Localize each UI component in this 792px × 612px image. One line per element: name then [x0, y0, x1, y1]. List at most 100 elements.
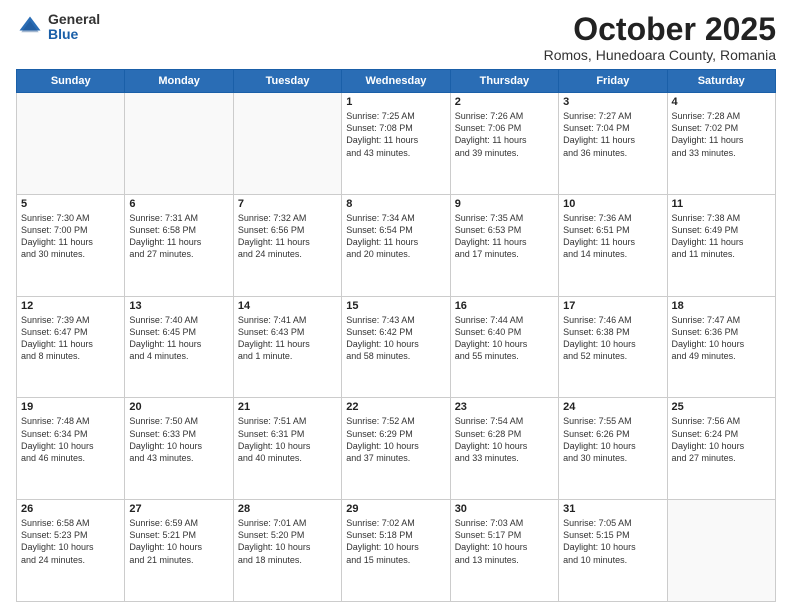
calendar-cell: 23 Sunrise: 7:54 AM Sunset: 6:28 PM Dayli… — [450, 398, 558, 500]
day-number: 20 — [129, 401, 228, 413]
day-info: Sunrise: 7:35 AM Sunset: 6:53 PM Dayligh… — [455, 212, 554, 261]
day-number: 19 — [21, 401, 120, 413]
week-row-0: 1Sunrise: 7:25 AM Sunset: 7:08 PM Daylig… — [17, 93, 776, 195]
day-info: Sunrise: 7:40 AM Sunset: 6:45 PM Dayligh… — [129, 314, 228, 363]
day-info: Sunrise: 7:03 AM Sunset: 5:17 PM Dayligh… — [455, 517, 554, 566]
day-info: Sunrise: 7:05 AM Sunset: 5:15 PM Dayligh… — [563, 517, 662, 566]
calendar-cell: 16 Sunrise: 7:44 AM Sunset: 6:40 PM Dayli… — [450, 296, 558, 398]
day-number: 14 — [238, 300, 337, 312]
calendar-cell: 7 Sunrise: 7:32 AM Sunset: 6:56 PM Daylig… — [233, 194, 341, 296]
day-info: Sunrise: 7:39 AM Sunset: 6:47 PM Dayligh… — [21, 314, 120, 363]
calendar-cell: 24 Sunrise: 7:55 AM Sunset: 6:26 PM Dayli… — [559, 398, 667, 500]
day-number: 23 — [455, 401, 554, 413]
day-number: 4 — [672, 96, 771, 108]
logo-blue-text: Blue — [48, 27, 100, 42]
day-number: 18 — [672, 300, 771, 312]
day-info: Sunrise: 7:44 AM Sunset: 6:40 PM Dayligh… — [455, 314, 554, 363]
day-number: 8 — [346, 198, 445, 210]
calendar-cell — [667, 500, 775, 602]
week-row-2: 12Sunrise: 7:39 AM Sunset: 6:47 PM Dayli… — [17, 296, 776, 398]
calendar-title: October 2025 — [544, 12, 776, 47]
day-info: Sunrise: 7:41 AM Sunset: 6:43 PM Dayligh… — [238, 314, 337, 363]
day-number: 30 — [455, 503, 554, 515]
calendar-cell: 13 Sunrise: 7:40 AM Sunset: 6:45 PM Dayli… — [125, 296, 233, 398]
day-header-tuesday: Tuesday — [233, 70, 341, 93]
week-row-4: 26Sunrise: 6:58 AM Sunset: 5:23 PM Dayli… — [17, 500, 776, 602]
day-number: 16 — [455, 300, 554, 312]
day-number: 10 — [563, 198, 662, 210]
day-info: Sunrise: 7:51 AM Sunset: 6:31 PM Dayligh… — [238, 415, 337, 464]
title-area: October 2025 Romos, Hunedoara County, Ro… — [544, 12, 776, 63]
day-info: Sunrise: 7:56 AM Sunset: 6:24 PM Dayligh… — [672, 415, 771, 464]
calendar-cell: 31 Sunrise: 7:05 AM Sunset: 5:15 PM Dayli… — [559, 500, 667, 602]
calendar-cell: 9Sunrise: 7:35 AM Sunset: 6:53 PM Daylig… — [450, 194, 558, 296]
day-info: Sunrise: 7:31 AM Sunset: 6:58 PM Dayligh… — [129, 212, 228, 261]
week-row-1: 5 Sunrise: 7:30 AM Sunset: 7:00 PM Daylig… — [17, 194, 776, 296]
day-info: Sunrise: 7:52 AM Sunset: 6:29 PM Dayligh… — [346, 415, 445, 464]
calendar-cell: 18Sunrise: 7:47 AM Sunset: 6:36 PM Dayli… — [667, 296, 775, 398]
calendar-cell: 19 Sunrise: 7:48 AM Sunset: 6:34 PM Dayli… — [17, 398, 125, 500]
calendar-cell: 20 Sunrise: 7:50 AM Sunset: 6:33 PM Dayli… — [125, 398, 233, 500]
calendar-cell: 21 Sunrise: 7:51 AM Sunset: 6:31 PM Dayli… — [233, 398, 341, 500]
day-info: Sunrise: 7:55 AM Sunset: 6:26 PM Dayligh… — [563, 415, 662, 464]
day-number: 21 — [238, 401, 337, 413]
day-header-wednesday: Wednesday — [342, 70, 450, 93]
day-header-sunday: Sunday — [17, 70, 125, 93]
calendar-cell: 12Sunrise: 7:39 AM Sunset: 6:47 PM Dayli… — [17, 296, 125, 398]
day-number: 13 — [129, 300, 228, 312]
day-info: Sunrise: 7:28 AM Sunset: 7:02 PM Dayligh… — [672, 110, 771, 159]
calendar-cell — [17, 93, 125, 195]
day-header-saturday: Saturday — [667, 70, 775, 93]
calendar-cell: 17 Sunrise: 7:46 AM Sunset: 6:38 PM Dayli… — [559, 296, 667, 398]
day-info: Sunrise: 7:46 AM Sunset: 6:38 PM Dayligh… — [563, 314, 662, 363]
logo-icon — [16, 13, 44, 41]
calendar-cell: 6Sunrise: 7:31 AM Sunset: 6:58 PM Daylig… — [125, 194, 233, 296]
day-info: Sunrise: 7:48 AM Sunset: 6:34 PM Dayligh… — [21, 415, 120, 464]
day-info: Sunrise: 7:27 AM Sunset: 7:04 PM Dayligh… — [563, 110, 662, 159]
calendar-cell — [125, 93, 233, 195]
day-info: Sunrise: 6:58 AM Sunset: 5:23 PM Dayligh… — [21, 517, 120, 566]
day-info: Sunrise: 7:25 AM Sunset: 7:08 PM Dayligh… — [346, 110, 445, 159]
day-info: Sunrise: 7:50 AM Sunset: 6:33 PM Dayligh… — [129, 415, 228, 464]
day-number: 31 — [563, 503, 662, 515]
calendar-cell: 26Sunrise: 6:58 AM Sunset: 5:23 PM Dayli… — [17, 500, 125, 602]
day-info: Sunrise: 6:59 AM Sunset: 5:21 PM Dayligh… — [129, 517, 228, 566]
calendar-cell: 8 Sunrise: 7:34 AM Sunset: 6:54 PM Daylig… — [342, 194, 450, 296]
calendar-cell: 25 Sunrise: 7:56 AM Sunset: 6:24 PM Dayli… — [667, 398, 775, 500]
day-number: 15 — [346, 300, 445, 312]
logo-text: General Blue — [48, 12, 100, 43]
day-header-monday: Monday — [125, 70, 233, 93]
day-number: 7 — [238, 198, 337, 210]
day-number: 2 — [455, 96, 554, 108]
day-info: Sunrise: 7:36 AM Sunset: 6:51 PM Dayligh… — [563, 212, 662, 261]
top-header: General Blue October 2025 Romos, Hunedoa… — [16, 12, 776, 63]
day-header-thursday: Thursday — [450, 70, 558, 93]
calendar-cell: 3 Sunrise: 7:27 AM Sunset: 7:04 PM Daylig… — [559, 93, 667, 195]
logo-area: General Blue — [16, 12, 100, 43]
day-info: Sunrise: 7:38 AM Sunset: 6:49 PM Dayligh… — [672, 212, 771, 261]
day-info: Sunrise: 7:54 AM Sunset: 6:28 PM Dayligh… — [455, 415, 554, 464]
day-number: 25 — [672, 401, 771, 413]
day-number: 3 — [563, 96, 662, 108]
day-header-friday: Friday — [559, 70, 667, 93]
calendar-cell: 30 Sunrise: 7:03 AM Sunset: 5:17 PM Dayli… — [450, 500, 558, 602]
day-number: 29 — [346, 503, 445, 515]
calendar-cell: 22 Sunrise: 7:52 AM Sunset: 6:29 PM Dayli… — [342, 398, 450, 500]
day-info: Sunrise: 7:26 AM Sunset: 7:06 PM Dayligh… — [455, 110, 554, 159]
day-number: 24 — [563, 401, 662, 413]
calendar-cell — [233, 93, 341, 195]
day-number: 28 — [238, 503, 337, 515]
day-info: Sunrise: 7:32 AM Sunset: 6:56 PM Dayligh… — [238, 212, 337, 261]
calendar-cell: 14 Sunrise: 7:41 AM Sunset: 6:43 PM Dayli… — [233, 296, 341, 398]
day-info: Sunrise: 7:43 AM Sunset: 6:42 PM Dayligh… — [346, 314, 445, 363]
day-info: Sunrise: 7:30 AM Sunset: 7:00 PM Dayligh… — [21, 212, 120, 261]
calendar-subtitle: Romos, Hunedoara County, Romania — [544, 47, 776, 63]
day-number: 22 — [346, 401, 445, 413]
day-info: Sunrise: 7:01 AM Sunset: 5:20 PM Dayligh… — [238, 517, 337, 566]
day-info: Sunrise: 7:34 AM Sunset: 6:54 PM Dayligh… — [346, 212, 445, 261]
calendar-cell: 11Sunrise: 7:38 AM Sunset: 6:49 PM Dayli… — [667, 194, 775, 296]
week-row-3: 19 Sunrise: 7:48 AM Sunset: 6:34 PM Dayli… — [17, 398, 776, 500]
day-number: 27 — [129, 503, 228, 515]
day-number: 17 — [563, 300, 662, 312]
day-number: 5 — [21, 198, 120, 210]
